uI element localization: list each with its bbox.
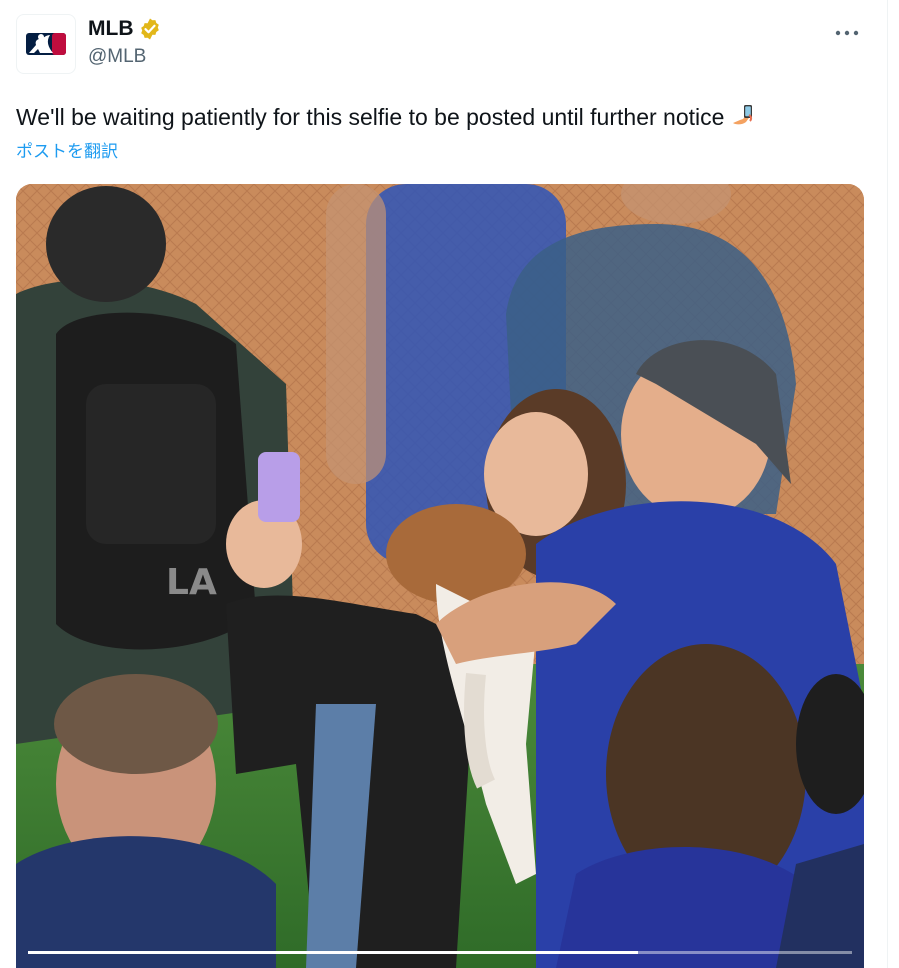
verified-badge-icon[interactable] (138, 17, 162, 41)
author-block[interactable]: MLB @MLB (88, 16, 162, 70)
mlb-logo-icon (26, 33, 66, 55)
display-name[interactable]: MLB (88, 16, 134, 42)
translate-post-link[interactable]: ポストを翻訳 (16, 140, 118, 164)
tweet-header: MLB @MLB (16, 12, 876, 76)
video-player[interactable]: LA (16, 184, 864, 968)
tweet-text-content: We'll be waiting patiently for this self… (16, 104, 725, 130)
avatar[interactable] (16, 14, 76, 74)
video-progress-bar[interactable] (28, 951, 852, 954)
more-dots-icon (835, 30, 859, 36)
selfie-emoji-icon (733, 105, 753, 125)
svg-text:LA: LA (166, 562, 217, 603)
video-frame: LA (16, 184, 864, 968)
handle[interactable]: @MLB (88, 44, 162, 70)
tweet-text: We'll be waiting patiently for this self… (16, 102, 756, 132)
more-options-button[interactable] (830, 16, 864, 50)
column-divider (887, 0, 888, 968)
video-progress-fill (28, 951, 638, 954)
